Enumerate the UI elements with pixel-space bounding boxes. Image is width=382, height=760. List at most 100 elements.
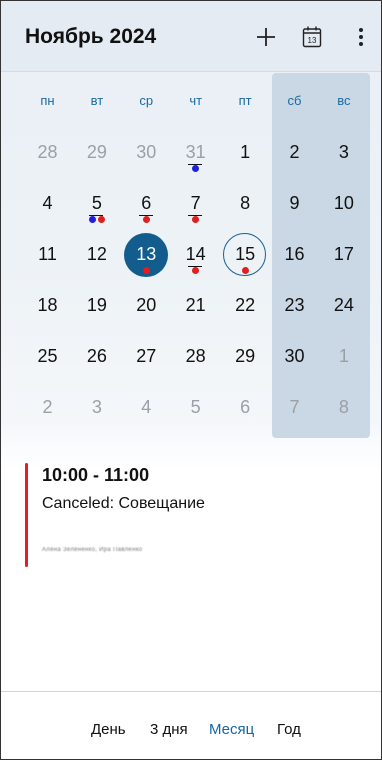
- view-month-tab[interactable]: Месяц: [209, 721, 254, 738]
- day-cell[interactable]: 5: [171, 386, 220, 430]
- day-cell[interactable]: 29: [72, 131, 121, 175]
- day-cell[interactable]: 12: [72, 233, 121, 277]
- event-dots: [122, 216, 171, 223]
- day-cell[interactable]: 4: [23, 182, 72, 226]
- day-cell[interactable]: 3: [72, 386, 121, 430]
- day-cell[interactable]: 4: [122, 386, 171, 430]
- day-cell[interactable]: 1: [221, 131, 270, 175]
- more-vert-icon: [359, 28, 363, 46]
- view-year-tab[interactable]: Год: [277, 721, 301, 738]
- day-number: 4: [141, 397, 152, 417]
- day-cell[interactable]: 8: [221, 182, 270, 226]
- day-number: 19: [86, 295, 107, 315]
- day-number: 8: [240, 193, 251, 213]
- event-dots: [122, 267, 171, 274]
- day-cell[interactable]: 7: [270, 386, 319, 430]
- day-number: 23: [284, 295, 305, 315]
- day-cell[interactable]: 31: [171, 131, 220, 175]
- day-cell[interactable]: 27: [122, 335, 171, 379]
- event-dots: [171, 267, 220, 274]
- day-number: 6: [141, 193, 152, 213]
- day-cell[interactable]: 19: [72, 284, 121, 328]
- day-number: 5: [190, 397, 201, 417]
- plus-icon: [257, 28, 275, 46]
- day-cell[interactable]: 2: [23, 386, 72, 430]
- weekday-label: пн: [40, 93, 55, 108]
- day-cell[interactable]: 2: [270, 131, 319, 175]
- day-cell[interactable]: 28: [23, 131, 72, 175]
- day-cell[interactable]: 10: [319, 182, 368, 226]
- day-cell-selected[interactable]: 13: [122, 233, 171, 277]
- day-cell[interactable]: 28: [171, 335, 220, 379]
- event-attendees: Алёна Зелёненко, Ира Павленко: [42, 547, 143, 553]
- more-options-button[interactable]: [347, 23, 375, 51]
- day-cell[interactable]: 18: [23, 284, 72, 328]
- day-cell-today[interactable]: 15: [221, 233, 270, 277]
- day-number: 2: [42, 397, 53, 417]
- day-number: 30: [136, 142, 157, 162]
- day-cell[interactable]: 24: [319, 284, 368, 328]
- event-color-bar: [25, 463, 28, 567]
- day-cell[interactable]: 29: [221, 335, 270, 379]
- day-number: 27: [136, 346, 157, 366]
- event-dot-red: [97, 216, 105, 223]
- day-number: 11: [38, 244, 57, 264]
- day-cell[interactable]: 20: [122, 284, 171, 328]
- day-number: 7: [289, 397, 300, 417]
- go-to-today-button[interactable]: 13: [298, 23, 326, 51]
- day-cell[interactable]: 26: [72, 335, 121, 379]
- weekday-label: пт: [238, 93, 252, 108]
- day-number: 26: [86, 346, 107, 366]
- day-cell[interactable]: 8: [319, 386, 368, 430]
- weekday-label: ср: [139, 93, 154, 108]
- day-number: 2: [289, 142, 300, 162]
- day-cell[interactable]: 23: [270, 284, 319, 328]
- day-cell[interactable]: 5: [72, 182, 121, 226]
- day-cell[interactable]: 22: [221, 284, 270, 328]
- day-cell[interactable]: 3: [319, 131, 368, 175]
- day-number: 14: [185, 244, 206, 264]
- day-number: 22: [235, 295, 256, 315]
- day-number: 13: [136, 244, 157, 264]
- event-dot-blue: [192, 165, 200, 172]
- day-cell[interactable]: 30: [270, 335, 319, 379]
- day-number: 1: [240, 142, 251, 162]
- event-card[interactable]: 10:00 - 11:00 Canceled: Совещание Алёна …: [25, 459, 365, 567]
- day-cell[interactable]: 1: [319, 335, 368, 379]
- event-title: Canceled: Совещание: [42, 495, 205, 512]
- add-event-button[interactable]: [252, 23, 280, 51]
- event-dot-blue: [88, 216, 96, 223]
- weekday-header: пн вт ср чт пт сб вс: [23, 93, 369, 113]
- day-number: 17: [333, 244, 354, 264]
- event-dots: [221, 267, 270, 274]
- view-switcher: День 3 дня Месяц Год: [1, 721, 381, 745]
- day-cell[interactable]: 25: [23, 335, 72, 379]
- day-number: 6: [240, 397, 251, 417]
- month-title[interactable]: Ноябрь 2024: [25, 25, 156, 49]
- day-number: 20: [136, 295, 157, 315]
- view-3days-tab[interactable]: 3 дня: [150, 721, 188, 738]
- top-app-bar: Ноябрь 2024 13: [1, 1, 381, 72]
- day-number: 5: [91, 193, 102, 213]
- day-cell[interactable]: 11: [23, 233, 72, 277]
- day-cell[interactable]: 9: [270, 182, 319, 226]
- day-number: 1: [338, 346, 349, 366]
- day-cell[interactable]: 16: [270, 233, 319, 277]
- day-number: 30: [284, 346, 305, 366]
- day-cell[interactable]: 6: [221, 386, 270, 430]
- day-number: 9: [289, 193, 300, 213]
- day-cell[interactable]: 30: [122, 131, 171, 175]
- day-cell[interactable]: 6: [122, 182, 171, 226]
- day-number: 15: [235, 244, 256, 264]
- event-dot-red: [241, 267, 249, 274]
- day-cell[interactable]: 21: [171, 284, 220, 328]
- weekday-label: вс: [337, 93, 351, 108]
- view-day-tab[interactable]: День: [91, 721, 126, 738]
- day-number: 24: [333, 295, 354, 315]
- day-number: 25: [37, 346, 58, 366]
- day-number: 4: [42, 193, 53, 213]
- day-cell[interactable]: 17: [319, 233, 368, 277]
- event-dots: [72, 216, 121, 223]
- day-cell[interactable]: 14: [171, 233, 220, 277]
- day-cell[interactable]: 7: [171, 182, 220, 226]
